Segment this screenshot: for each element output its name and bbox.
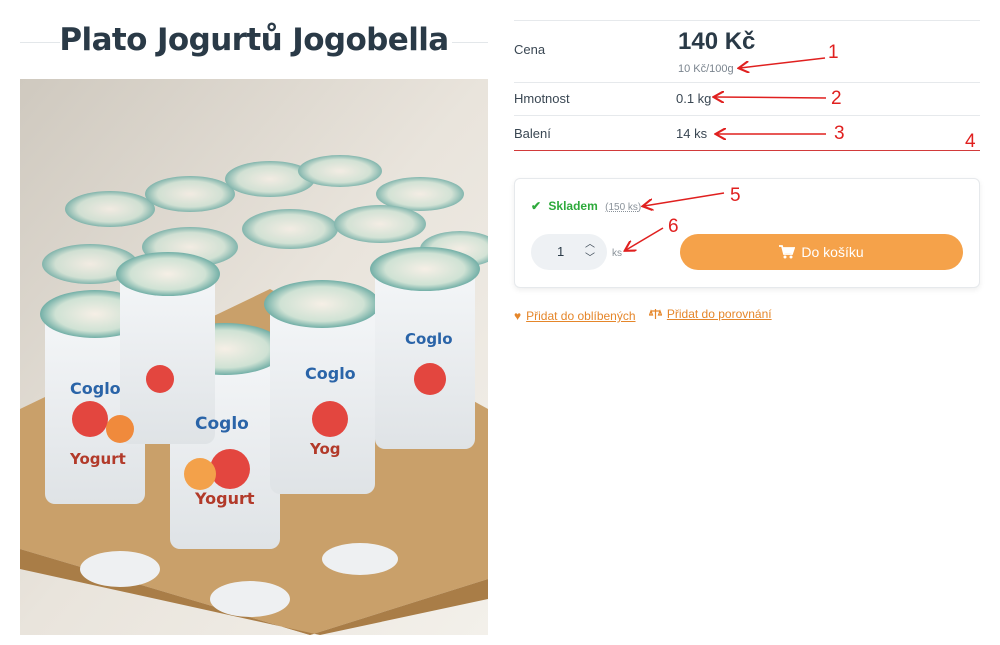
svg-text:Yogurt: Yogurt: [194, 489, 255, 508]
quantity-stepper[interactable]: 1 ︿ ﹀: [531, 234, 607, 270]
svg-text:Yogurt: Yogurt: [69, 450, 126, 468]
stock-count[interactable]: (150 ks): [605, 202, 641, 213]
product-title: Plato Jogurtů Jogobella: [59, 22, 449, 58]
add-to-compare-link[interactable]: Přidat do porovnání: [667, 307, 772, 321]
svg-text:Coglo: Coglo: [70, 379, 121, 398]
annotation-6: 6: [668, 216, 679, 237]
annotation-5: 5: [730, 185, 741, 206]
annotation-1: 1: [828, 42, 839, 63]
weight-label: Hmotnost: [514, 91, 570, 106]
price-value: 140 Kč: [678, 28, 756, 55]
add-to-cart-box: ✔ Skladem (150 ks) 1 ︿ ﹀ ks Do košíku: [514, 178, 980, 288]
stock-info: ✔ Skladem (150 ks): [531, 199, 641, 213]
pack-label: Balení: [514, 126, 551, 141]
stock-status: Skladem: [548, 199, 598, 213]
add-to-favorites-link[interactable]: Přidat do oblíbených: [526, 309, 635, 323]
product-image[interactable]: Coglo Coglo Yogurt Yogurt Coglo Coglo Yo…: [20, 79, 488, 635]
annotation-2: 2: [831, 88, 842, 109]
add-to-cart-label: Do košíku: [801, 244, 864, 260]
unit-price: 10 Kč/100g: [678, 63, 734, 75]
quantity-unit: ks: [612, 248, 622, 259]
svg-text:Coglo: Coglo: [405, 330, 453, 348]
check-icon: ✔: [531, 199, 542, 213]
title-area: Plato Jogurtů Jogobella: [20, 20, 488, 64]
heart-icon: ♥: [514, 309, 522, 323]
add-to-cart-button[interactable]: Do košíku: [680, 234, 963, 270]
pack-row: Balení 14 ks: [514, 115, 980, 151]
weight-value: 0.1 kg: [676, 91, 712, 106]
pack-value: 14 ks: [676, 126, 708, 141]
product-info-table: Cena 140 Kč 10 Kč/100g Hmotnost 0.1 kg B…: [514, 20, 980, 151]
product-actions: ♥ Přidat do oblíbených Přidat do porovná…: [514, 307, 782, 323]
weight-row: Hmotnost 0.1 kg: [514, 82, 980, 115]
compare-link-wrap: Přidat do porovnání: [648, 307, 772, 321]
scale-icon: [648, 309, 662, 319]
svg-text:Yog: Yog: [309, 440, 341, 458]
quantity-input[interactable]: 1: [557, 244, 564, 259]
svg-text:Coglo: Coglo: [305, 364, 356, 383]
cart-icon: [779, 245, 796, 259]
annotation-4: 4: [965, 131, 976, 152]
chevron-up-icon[interactable]: ︿: [583, 239, 597, 251]
favorite-link-wrap: ♥ Přidat do oblíbených: [514, 309, 636, 323]
price-row: Cena 140 Kč 10 Kč/100g: [514, 20, 980, 82]
svg-text:Coglo: Coglo: [195, 414, 249, 434]
annotation-3: 3: [834, 123, 845, 144]
price-label: Cena: [514, 42, 546, 57]
chevron-down-icon[interactable]: ﹀: [583, 253, 597, 265]
